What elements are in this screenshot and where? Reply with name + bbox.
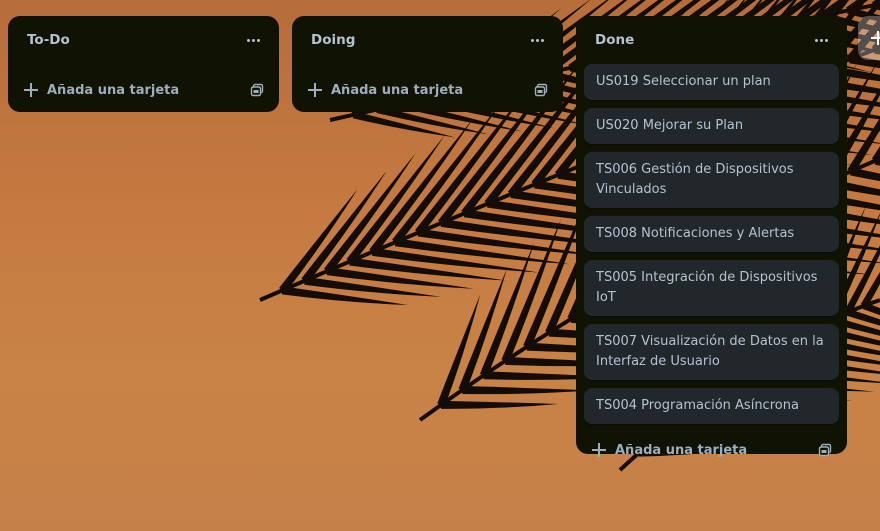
- list-done: Done US019 Seleccionar un plan US020 Mej…: [576, 16, 847, 458]
- plus-icon: [592, 443, 606, 457]
- card-template-icon[interactable]: [817, 442, 833, 458]
- card[interactable]: US020 Mejorar su Plan: [584, 108, 839, 144]
- card[interactable]: TS007 Visualización de Datos en la Inter…: [584, 324, 839, 380]
- card-template-icon[interactable]: [533, 82, 549, 98]
- card-list: US019 Seleccionar un plan US020 Mejorar …: [576, 64, 847, 424]
- card[interactable]: US019 Seleccionar un plan: [584, 64, 839, 100]
- add-card-button[interactable]: Añada una tarjeta: [24, 83, 179, 98]
- more-horizontal-icon: [246, 38, 260, 42]
- list-header: Done: [576, 16, 847, 64]
- card[interactable]: TS004 Programación Asíncrona: [584, 388, 839, 424]
- add-card-row: Añada una tarjeta: [292, 72, 563, 108]
- list-menu-button[interactable]: [523, 26, 551, 54]
- list-menu-button[interactable]: [239, 26, 267, 54]
- list-doing: Doing Añada una tarjeta: [292, 16, 563, 112]
- add-card-row: Añada una tarjeta: [576, 432, 847, 468]
- list-todo: To-Do Añada una tarjeta: [8, 16, 279, 112]
- add-list-button[interactable]: [858, 16, 880, 60]
- add-card-button[interactable]: Añada una tarjeta: [592, 443, 747, 458]
- list-header: To-Do: [8, 16, 279, 64]
- list-title[interactable]: Doing: [311, 32, 355, 48]
- plus-icon: [308, 83, 322, 97]
- card[interactable]: TS005 Integración de Dispositivos IoT: [584, 260, 839, 316]
- board-canvas: To-Do Añada una tarjeta Doing Añada una …: [0, 0, 880, 531]
- add-card-label: Añada una tarjeta: [331, 82, 464, 98]
- add-card-label: Añada una tarjeta: [615, 442, 748, 458]
- list-menu-button[interactable]: [807, 26, 835, 54]
- add-card-button[interactable]: Añada una tarjeta: [308, 83, 463, 98]
- add-card-label: Añada una tarjeta: [47, 82, 180, 98]
- card-template-icon[interactable]: [249, 82, 265, 98]
- more-horizontal-icon: [814, 38, 828, 42]
- more-horizontal-icon: [530, 38, 544, 42]
- card[interactable]: TS006 Gestión de Dispositivos Vinculados: [584, 152, 839, 208]
- list-header: Doing: [292, 16, 563, 64]
- plus-icon: [24, 83, 38, 97]
- list-title[interactable]: Done: [595, 32, 634, 48]
- card[interactable]: TS008 Notificaciones y Alertas: [584, 216, 839, 252]
- plus-icon: [871, 31, 880, 45]
- list-title[interactable]: To-Do: [27, 32, 70, 48]
- add-card-row: Añada una tarjeta: [8, 72, 279, 108]
